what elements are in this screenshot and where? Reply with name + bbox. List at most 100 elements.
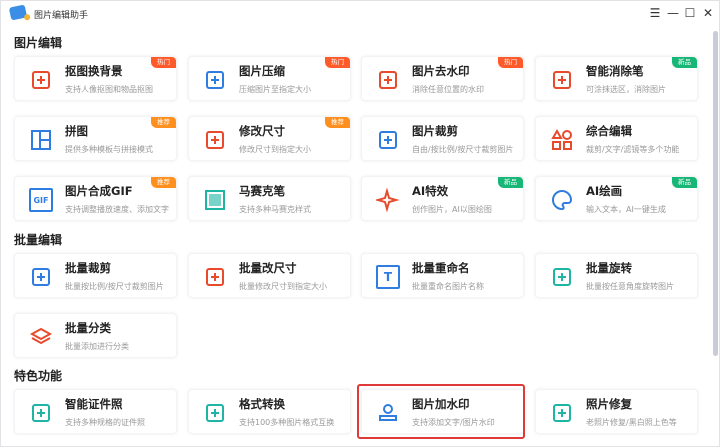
card-title: 智能证件照	[65, 397, 123, 411]
card-description: 消除任意位置的水印	[412, 85, 484, 94]
card-title: 批量裁剪	[65, 261, 111, 275]
compress-icon	[203, 68, 227, 92]
card-title: 拼图	[65, 124, 88, 138]
card-badge: 热门	[498, 57, 523, 68]
card-description: 自由/按比例/按尺寸裁剪图片	[412, 145, 514, 154]
layers-icon	[29, 325, 53, 349]
card-description: 批量添加进行分类	[65, 342, 129, 351]
remove-watermark-icon	[376, 68, 400, 92]
crop-icon	[376, 128, 400, 152]
tool-card[interactable]: 格式转换 支持100多种图片格式互换	[188, 389, 351, 434]
card-title: 批量分类	[65, 321, 111, 335]
magic-wand-icon	[550, 401, 574, 425]
card-description: 裁剪/文字/滤镜等多个功能	[586, 145, 680, 154]
batch-resize-icon	[203, 265, 227, 289]
minimize-icon[interactable]: —	[665, 5, 681, 21]
card-description: 提供多种模板与拼接模式	[65, 145, 153, 154]
shapes-icon	[550, 128, 574, 152]
card-badge: 新品	[672, 177, 697, 188]
card-title: 图片加水印	[412, 397, 470, 411]
card-description: 输入文本，AI一键生成	[586, 205, 666, 214]
resize-icon	[203, 128, 227, 152]
sparkle-icon	[374, 187, 400, 213]
tool-card[interactable]: 智能证件照 支持多种规格的证件照	[14, 389, 177, 434]
tool-card[interactable]: 批量裁剪 批量按比例/按尺寸裁剪图片	[14, 253, 177, 298]
scrollbar[interactable]	[713, 31, 718, 356]
card-description: 修改尺寸到指定大小	[239, 145, 311, 154]
card-description: 支持添加文字/图片水印	[412, 418, 495, 427]
app-logo-icon	[8, 4, 28, 21]
card-description: 可涂抹选区，消除图片	[586, 85, 666, 94]
batch-rename-icon: T	[376, 265, 400, 289]
card-title: 智能消除笔	[586, 64, 644, 78]
card-badge: 新品	[498, 177, 523, 188]
card-title: 批量改尺寸	[239, 261, 297, 275]
card-badge: 推荐	[151, 177, 176, 188]
card-title: 图片去水印	[412, 64, 470, 78]
tool-card[interactable]: 智能消除笔 可涂抹选区，消除图片 新品	[535, 56, 698, 101]
gif-icon: GIF	[29, 188, 53, 212]
card-title: 抠图换背景	[65, 64, 123, 78]
tool-card[interactable]: 抠图换背景 支持人像抠图和物品抠图 热门	[14, 56, 177, 101]
maximize-icon[interactable]: ☐	[682, 5, 698, 21]
card-description: 批量按任意角度旋转图片	[586, 282, 674, 291]
tool-card[interactable]: 图片裁剪 自由/按比例/按尺寸裁剪图片	[361, 116, 524, 161]
card-title: 照片修复	[586, 397, 632, 411]
card-title: AI绘画	[586, 184, 623, 198]
section-title: 批量编辑	[14, 233, 63, 247]
id-photo-icon	[29, 401, 53, 425]
card-description: 批量修改尺寸到指定大小	[239, 282, 327, 291]
tool-card[interactable]: AI绘画 输入文本，AI一键生成 新品	[535, 176, 698, 221]
card-description: 压缩图片至指定大小	[239, 85, 311, 94]
tool-card[interactable]: 批量分类 批量添加进行分类	[14, 313, 177, 358]
tool-card[interactable]: 综合编辑 裁剪/文字/滤镜等多个功能	[535, 116, 698, 161]
card-title: 批量重命名	[412, 261, 470, 275]
card-title: 修改尺寸	[239, 124, 285, 138]
card-description: 批量按比例/按尺寸裁剪图片	[65, 282, 164, 291]
card-badge: 热门	[325, 57, 350, 68]
card-title: 综合编辑	[586, 124, 632, 138]
section-title: 特色功能	[14, 369, 63, 383]
tool-card[interactable]: 批量改尺寸 批量修改尺寸到指定大小	[188, 253, 351, 298]
card-description: 批量重命名图片名称	[412, 282, 484, 291]
tool-card[interactable]: 马赛克笔 支持多种马赛克样式	[188, 176, 351, 221]
card-title: 格式转换	[239, 397, 285, 411]
app-title: 图片编辑助手	[34, 11, 89, 21]
tool-card[interactable]: 拼图 提供多种模板与拼接模式 推荐	[14, 116, 177, 161]
card-title: 图片压缩	[239, 64, 285, 78]
tool-card[interactable]: 修改尺寸 修改尺寸到指定大小 推荐	[188, 116, 351, 161]
batch-crop-icon	[29, 265, 53, 289]
card-description: 创作图片，AI以图绘图	[412, 205, 492, 214]
card-badge: 新品	[672, 57, 697, 68]
card-badge: 热门	[151, 57, 176, 68]
card-description: 支持调整播放速度、添加文字	[65, 205, 169, 214]
title-bar: 图片编辑助手 ☰ — ☐ ✕	[1, 1, 720, 27]
card-title: AI特效	[412, 184, 449, 198]
menu-icon[interactable]: ☰	[647, 5, 663, 21]
card-title: 马赛克笔	[239, 184, 285, 198]
tool-card[interactable]: GIF 图片合成GIF 支持调整播放速度、添加文字 推荐	[14, 176, 177, 221]
tool-card[interactable]: 图片压缩 压缩图片至指定大小 热门	[188, 56, 351, 101]
eraser-icon	[550, 68, 574, 92]
card-description: 支持多种马赛克样式	[239, 205, 311, 214]
card-description: 支持人像抠图和物品抠图	[65, 85, 153, 94]
batch-rotate-icon	[550, 265, 574, 289]
convert-icon	[203, 401, 227, 425]
card-description: 支持多种规格的证件照	[65, 418, 145, 427]
tool-card[interactable]: T 批量重命名 批量重命名图片名称	[361, 253, 524, 298]
card-title: 图片裁剪	[412, 124, 458, 138]
collage-icon	[29, 128, 53, 152]
close-icon[interactable]: ✕	[700, 5, 716, 21]
tool-card[interactable]: 照片修复 老照片修复/黑白照上色等	[535, 389, 698, 434]
palette-icon	[550, 188, 574, 212]
cutout-icon	[29, 68, 53, 92]
card-description: 老照片修复/黑白照上色等	[586, 418, 677, 427]
card-description: 支持100多种图片格式互换	[239, 418, 335, 427]
tool-card[interactable]: AI特效 创作图片，AI以图绘图 新品	[361, 176, 524, 221]
card-badge: 推荐	[325, 117, 350, 128]
section-title: 图片编辑	[14, 36, 63, 50]
tool-card[interactable]: 批量旋转 批量按任意角度旋转图片	[535, 253, 698, 298]
tool-card[interactable]: 图片加水印 支持添加文字/图片水印	[361, 389, 524, 434]
mosaic-icon	[203, 188, 227, 212]
tool-card[interactable]: 图片去水印 消除任意位置的水印 热门	[361, 56, 524, 101]
